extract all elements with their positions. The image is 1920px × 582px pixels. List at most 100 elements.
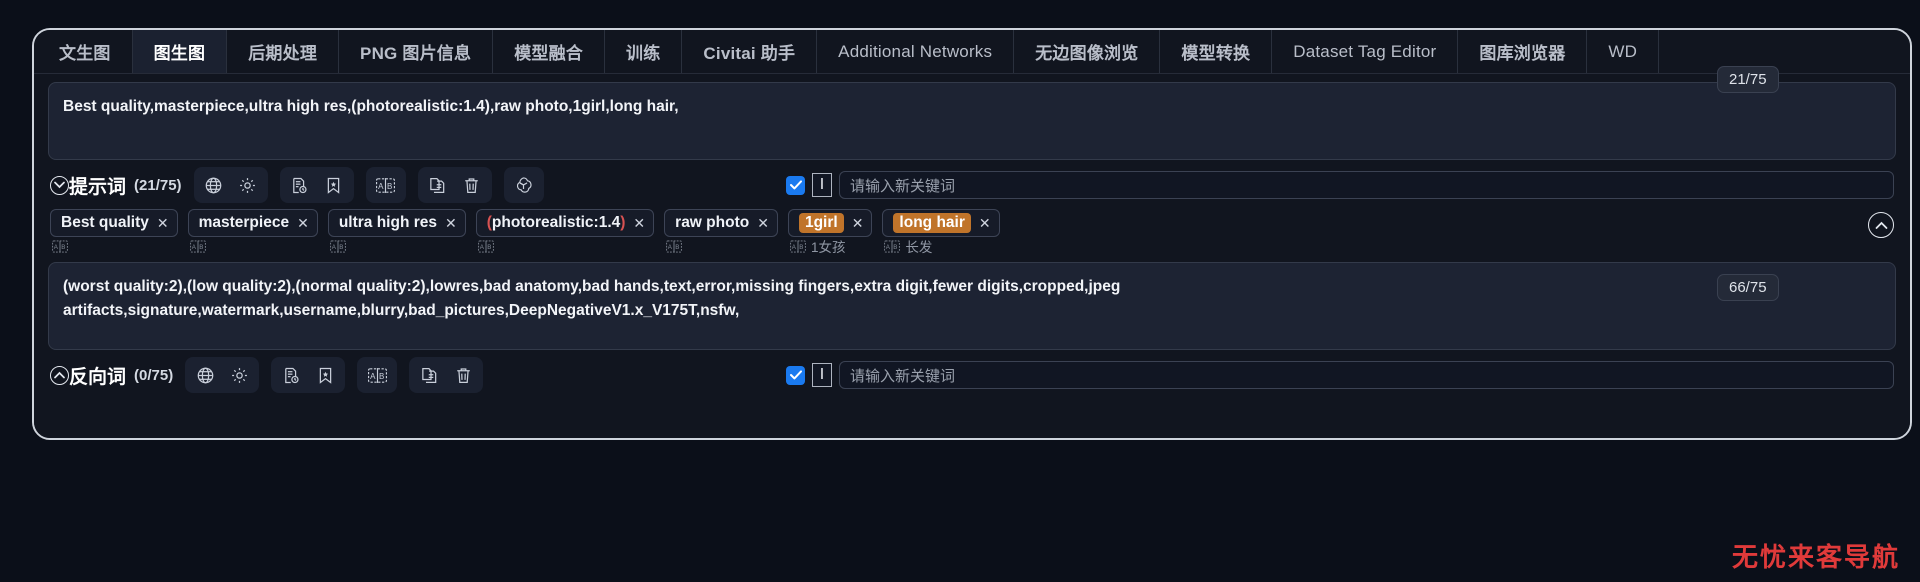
tag-chip-cell: raw photo ✕ A B [664,209,778,254]
tab-civitai-helper[interactable]: Civitai 助手 [682,30,818,73]
translate-ab-icon[interactable]: A B [329,239,346,253]
tag-chip[interactable]: raw photo ✕ [664,209,778,237]
tag-chip-cell: masterpiece ✕ A B [187,209,318,254]
openai-icon[interactable] [508,170,540,200]
svg-text:B: B [487,244,491,251]
tab-infinite-image-browsing[interactable]: 无边图像浏览 [1014,30,1161,73]
collapse-up-icon[interactable] [50,365,69,385]
bookmark-star-icon[interactable] [318,170,350,200]
tag-chip[interactable]: masterpiece ✕ [187,209,318,237]
svg-text:A: A [54,244,59,251]
collapse-down-icon[interactable] [50,175,69,195]
tab-model-converter[interactable]: 模型转换 [1160,30,1273,73]
tag-chip-remove-icon[interactable]: ✕ [757,215,769,232]
negative-keyword-bar: I 请输入新关键词 [786,361,1894,389]
tag-chip-cell: 1girl ✕ A B 1女孩 [787,209,873,255]
gear-icon[interactable] [232,170,264,200]
history-icon[interactable] [284,170,316,200]
translate-ab-icon[interactable]: A B [790,239,806,253]
tag-chip[interactable]: Best quality ✕ [50,209,178,237]
text-cursor-icon[interactable]: I [812,173,832,197]
toolbar-group-translate [193,167,268,203]
tag-chip-remove-icon[interactable]: ✕ [633,215,645,232]
translate-ab-icon[interactable]: A B [666,239,682,253]
tab-txt2img[interactable]: 文生图 [38,30,133,73]
negative-keyword-checkbox[interactable] [786,365,805,385]
translate-ab-icon[interactable]: A B [370,170,402,200]
tag-chip-label: (photorealistic:1.4) [486,214,626,231]
tag-chip-label: ultra high res [338,214,437,231]
translate-ab-icon[interactable]: A B [884,239,901,253]
tag-chip-label: Best quality [61,214,149,231]
negative-keyword-input[interactable]: 请输入新关键词 [839,361,1894,389]
gear-icon[interactable] [223,360,255,390]
toolbar-group-ab-translate: A B [365,167,406,203]
tag-chip[interactable]: (photorealistic:1.4) ✕ [475,209,655,237]
tag-chip-translate-row: A B [476,238,654,254]
negative-prompt-textarea[interactable]: (worst quality:2),(low quality:2),(norma… [48,262,1896,350]
bookmark-star-icon[interactable] [309,360,341,390]
translate-ab-icon[interactable]: A B [52,239,68,253]
tab-wd-tagger[interactable]: WD [1587,30,1660,73]
translate-ab-icon[interactable]: A B [477,239,494,253]
tag-chip[interactable]: ultra high res ✕ [327,209,466,237]
svg-text:B: B [61,244,65,251]
translate-ab-icon[interactable]: A B [189,239,206,253]
stable-diffusion-webui-window: 文生图 图生图 后期处理 PNG 图片信息 模型融合 训练 Civitai 助手… [32,28,1912,440]
tag-chip[interactable]: 1girl ✕ [787,209,873,237]
main-tab-bar[interactable]: 文生图 图生图 后期处理 PNG 图片信息 模型融合 训练 Civitai 助手… [34,30,1910,74]
tag-chip-translate-row: A B [188,238,318,254]
svg-text:A: A [886,244,891,251]
positive-keyword-input[interactable]: 请输入新关键词 [839,171,1894,199]
svg-text:A: A [378,181,384,190]
tab-checkpoint-merger[interactable]: 模型融合 [493,30,606,73]
tab-image-browser[interactable]: 图库浏览器 [1458,30,1588,73]
globe-icon[interactable] [189,360,221,390]
svg-text:B: B [675,244,679,251]
tab-train[interactable]: 训练 [605,30,683,73]
tag-chip-cell: long hair ✕ A B 长发 [882,209,1000,255]
toolbar-group-ab-translate: A B [357,357,398,393]
tag-chip-remove-icon[interactable]: ✕ [157,215,169,232]
tag-chip-remove-icon[interactable]: ✕ [979,215,991,232]
positive-prompt-textarea[interactable]: Best quality,masterpiece,ultra high res,… [48,82,1896,160]
text-cursor-icon[interactable]: I [812,363,832,387]
toolbar-group-edit [417,167,492,203]
svg-text:B: B [379,371,384,380]
tag-chip-remove-icon[interactable]: ✕ [297,215,309,232]
tag-chip-translate-row: A B [328,238,466,254]
copy-icon[interactable] [422,170,454,200]
tab-img2img[interactable]: 图生图 [132,30,228,73]
tag-chip-cell: Best quality ✕ A B [50,209,178,254]
tag-chip-translate-row: A B [664,238,778,254]
trash-icon[interactable] [447,360,479,390]
tab-dataset-tag-editor[interactable]: Dataset Tag Editor [1272,30,1459,73]
history-icon[interactable] [275,360,307,390]
collapse-up-icon[interactable] [1868,212,1894,238]
svg-text:B: B [799,244,803,251]
tag-chip-translate-row: A B [50,238,178,254]
copy-icon[interactable] [413,360,445,390]
tag-chip-remove-icon[interactable]: ✕ [445,215,457,232]
tag-chip-translate-row: A B 长发 [882,238,999,255]
positive-keyword-checkbox[interactable] [786,175,805,195]
positive-token-badge: 21/75 [1717,66,1779,93]
tab-additional-networks[interactable]: Additional Networks [817,30,1015,73]
tag-chip-translate-row: A B 1女孩 [788,238,872,255]
tab-png-info[interactable]: PNG 图片信息 [339,30,494,73]
tab-extras[interactable]: 后期处理 [227,30,340,73]
toolbar-group-translate [185,357,260,393]
positive-prompt-toolbar: 提示词 (21/75) A B I 请输入新关键词 [48,164,1896,206]
positive-token-count: (21/75) [134,176,182,194]
tag-chip[interactable]: long hair ✕ [882,209,1000,237]
translate-ab-icon[interactable]: A B [361,360,393,390]
negative-token-badge: 66/75 [1717,274,1779,301]
prompt-panel: Best quality,masterpiece,ultra high res,… [34,74,1910,438]
globe-icon[interactable] [198,170,230,200]
trash-icon[interactable] [456,170,488,200]
tag-chip-translation: 1女孩 [810,240,846,255]
svg-text:A: A [370,371,376,380]
svg-text:A: A [332,244,337,251]
negative-token-count: (0/75) [134,366,174,384]
tag-chip-remove-icon[interactable]: ✕ [852,215,864,232]
